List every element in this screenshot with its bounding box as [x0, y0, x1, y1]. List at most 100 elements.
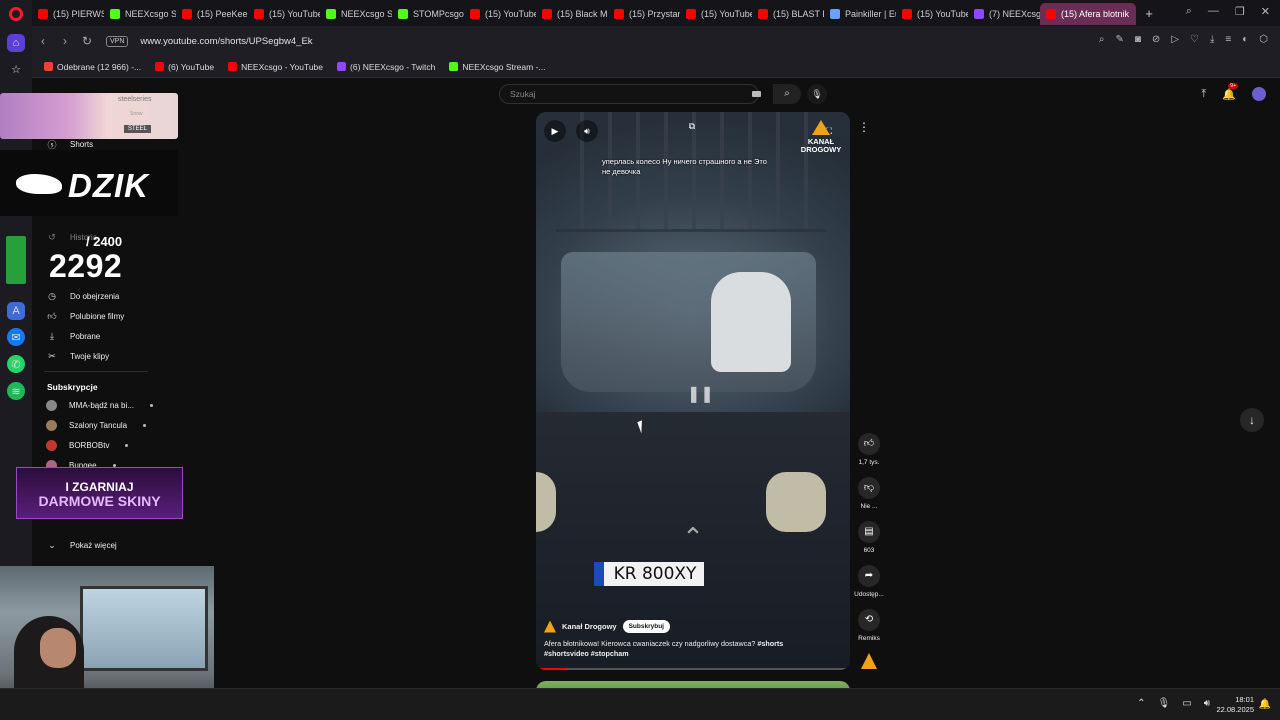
share-button[interactable]: ➦ Udostęp... — [852, 565, 886, 598]
bookmark-item[interactable]: NEEXcsgo - YouTube — [228, 62, 323, 72]
volume-icon[interactable]: 🔊︎ — [1204, 698, 1210, 709]
video-caption: уперлась колесо Ну ничего страшного а не… — [602, 157, 767, 176]
browser-tab[interactable]: NEEXcsgo Str — [320, 3, 392, 25]
edit-icon[interactable]: ✎ — [1115, 34, 1123, 45]
chevron-up-icon[interactable]: ⌃ — [1137, 698, 1145, 709]
hashtag-shorts[interactable]: #shorts — [757, 639, 783, 648]
new-tab-button[interactable]: + — [1140, 6, 1158, 21]
pip-icon[interactable]: ⧉ — [681, 115, 703, 137]
account-avatar[interactable] — [1252, 87, 1266, 101]
vpn-badge[interactable]: VPN — [106, 35, 129, 47]
messenger-icon[interactable]: ✉ — [7, 328, 25, 346]
whatsapp-icon[interactable]: ✆ — [7, 355, 25, 373]
minimize-button[interactable]: — — [1208, 5, 1219, 18]
bookmark-item[interactable]: (6) NEEXcsgo - Twitch — [337, 62, 435, 72]
tab-search-icon[interactable]: ⌕ — [1186, 5, 1192, 18]
tab-favicon-icon — [182, 9, 192, 19]
tab-favicon-icon — [38, 9, 48, 19]
subscription-item[interactable]: BORBOBtv — [46, 440, 129, 451]
browser-tab[interactable]: (15) Przystan — [608, 3, 680, 25]
browser-tab[interactable]: (15) PeeKee — [176, 3, 248, 25]
star-icon[interactable]: ☆ — [7, 60, 25, 78]
bookmark-item[interactable]: NEEXcsgo Stream -... — [449, 62, 546, 72]
subscription-item[interactable]: MMA-bądź na bi... — [46, 400, 153, 411]
sidebar-item-watch-later[interactable]: ◷ Do obejrzenia — [46, 291, 119, 302]
tab-label: (15) Black M — [557, 9, 608, 19]
hashtags-more[interactable]: #shortsvideo #stopcham — [544, 649, 629, 658]
ai-icon[interactable]: A — [7, 302, 25, 320]
sidebar-item-downloads[interactable]: ⤓ Pobrane — [46, 331, 100, 342]
video-driver — [711, 272, 791, 372]
bookmark-item[interactable]: Odebrane (12 966) -... — [44, 62, 141, 72]
reload-button[interactable]: ↻ — [76, 34, 98, 48]
volume-button[interactable]: 🔊︎ — [576, 120, 598, 142]
overlay-ad-banner: steelseries Snow STEEL — [0, 93, 178, 139]
browser-tab[interactable]: Painkiller | Eu — [824, 3, 896, 25]
menu-icon[interactable]: ≡ — [1225, 34, 1231, 45]
video-description[interactable]: Afera błotnikowa! Kierowca cwaniaczek cz… — [544, 639, 844, 659]
home-icon[interactable]: ⌂ — [7, 34, 25, 52]
extensions-icon[interactable]: ⬡ — [1259, 34, 1268, 45]
tab-favicon-icon — [614, 9, 624, 19]
camera-icon[interactable]: ◙ — [1135, 34, 1141, 45]
browser-tab[interactable]: (15) Afera blotnik — [1040, 3, 1136, 25]
sidebar-item-clips[interactable]: ✂ Twoje klipy — [46, 351, 109, 362]
search-input[interactable]: Szukaj — [499, 84, 759, 104]
browser-tab[interactable]: (15) Black M — [536, 3, 608, 25]
sidebar-item-liked[interactable]: 👍︎ Polubione filmy — [46, 311, 124, 322]
channel-avatar[interactable] — [544, 620, 556, 633]
notification-center-icon[interactable]: 🔔 — [1259, 699, 1271, 710]
video-progress[interactable] — [536, 668, 850, 670]
network-icon[interactable]: ▭ — [1182, 698, 1191, 709]
browser-tab[interactable]: (15) BLAST B — [752, 3, 824, 25]
browser-tab[interactable]: (7) NEEXcsgo — [968, 3, 1040, 25]
keyboard-icon[interactable] — [752, 91, 761, 97]
subscription-item[interactable]: Szalony Tancula — [46, 420, 147, 431]
zoom-icon[interactable]: ⌕ — [1099, 34, 1105, 45]
more-options-icon[interactable]: ⋮ — [858, 120, 870, 134]
comments-button[interactable]: ▤ 603 — [852, 521, 886, 554]
clock[interactable]: 18:01 22.08.2025 — [1216, 695, 1254, 715]
browser-tab[interactable]: (15) PIERWSZ — [32, 3, 104, 25]
profile-icon[interactable]: ◐ — [1242, 34, 1248, 45]
dislike-button[interactable]: 👎︎ Nie ... — [852, 477, 886, 510]
player-icon[interactable]: ▷ — [1171, 34, 1179, 45]
opera-logo-icon[interactable] — [9, 7, 23, 21]
browser-tab[interactable]: (15) YouTube — [896, 3, 968, 25]
channel-name[interactable]: Kanał Drogowy — [562, 622, 617, 631]
video-headlight-right — [766, 472, 826, 532]
remix-button[interactable]: ⟲ Remiks — [852, 609, 886, 642]
spotify-icon[interactable]: ≋ — [7, 382, 25, 400]
browser-tab[interactable]: NEEXcsgo St — [104, 3, 176, 25]
tab-label: STOMPcsgo — [413, 9, 464, 19]
search-button[interactable]: ⌕ — [773, 84, 801, 104]
bookmark-item[interactable]: (6) YouTube — [155, 62, 214, 72]
browser-tab[interactable]: STOMPcsgo — [392, 3, 464, 25]
like-button[interactable]: 👍︎ 1,7 tys. — [852, 433, 886, 466]
play-button[interactable]: ▶ — [544, 120, 566, 142]
shorts-player[interactable]: ⌃ KR 800XY уперлась колесо Ну ничего стр… — [536, 112, 850, 670]
browser-tab[interactable]: (15) YouTube — [464, 3, 536, 25]
sound-source-button[interactable] — [852, 653, 886, 669]
next-short-button[interactable]: ↓ — [1240, 408, 1264, 432]
new-content-dot — [149, 404, 153, 407]
download-icon[interactable]: ⤓ — [1210, 34, 1214, 45]
heart-icon[interactable]: ♡ — [1190, 34, 1199, 45]
browser-tab[interactable]: (15) YouTube — [248, 3, 320, 25]
subscribe-button[interactable]: Subskrybuj — [622, 620, 670, 633]
browser-tab[interactable]: (15) YouTube — [680, 3, 752, 25]
share-icon: ➦ — [858, 565, 880, 587]
pause-icon: ❚❚ — [687, 386, 714, 403]
upload-icon[interactable]: ⤒ — [1201, 88, 1206, 101]
url-field[interactable]: www.youtube.com/shorts/UPSegbw4_Ek — [140, 36, 312, 47]
close-button[interactable]: ✕ — [1261, 5, 1270, 18]
voice-search-button[interactable]: 🎙 — [807, 84, 827, 104]
notifications-button[interactable]: 🔔 9+ — [1222, 82, 1238, 101]
adblock-icon[interactable]: ⊘ — [1152, 34, 1160, 45]
forward-button[interactable]: › — [54, 34, 76, 48]
back-button[interactable]: ‹ — [32, 34, 54, 48]
sidebar-show-more[interactable]: ⌄ Pokaż więcej — [46, 540, 116, 551]
microphone-icon[interactable]: 🎙 — [1158, 698, 1171, 709]
tab-favicon-icon — [758, 9, 768, 19]
maximize-button[interactable]: ❐ — [1235, 5, 1245, 18]
